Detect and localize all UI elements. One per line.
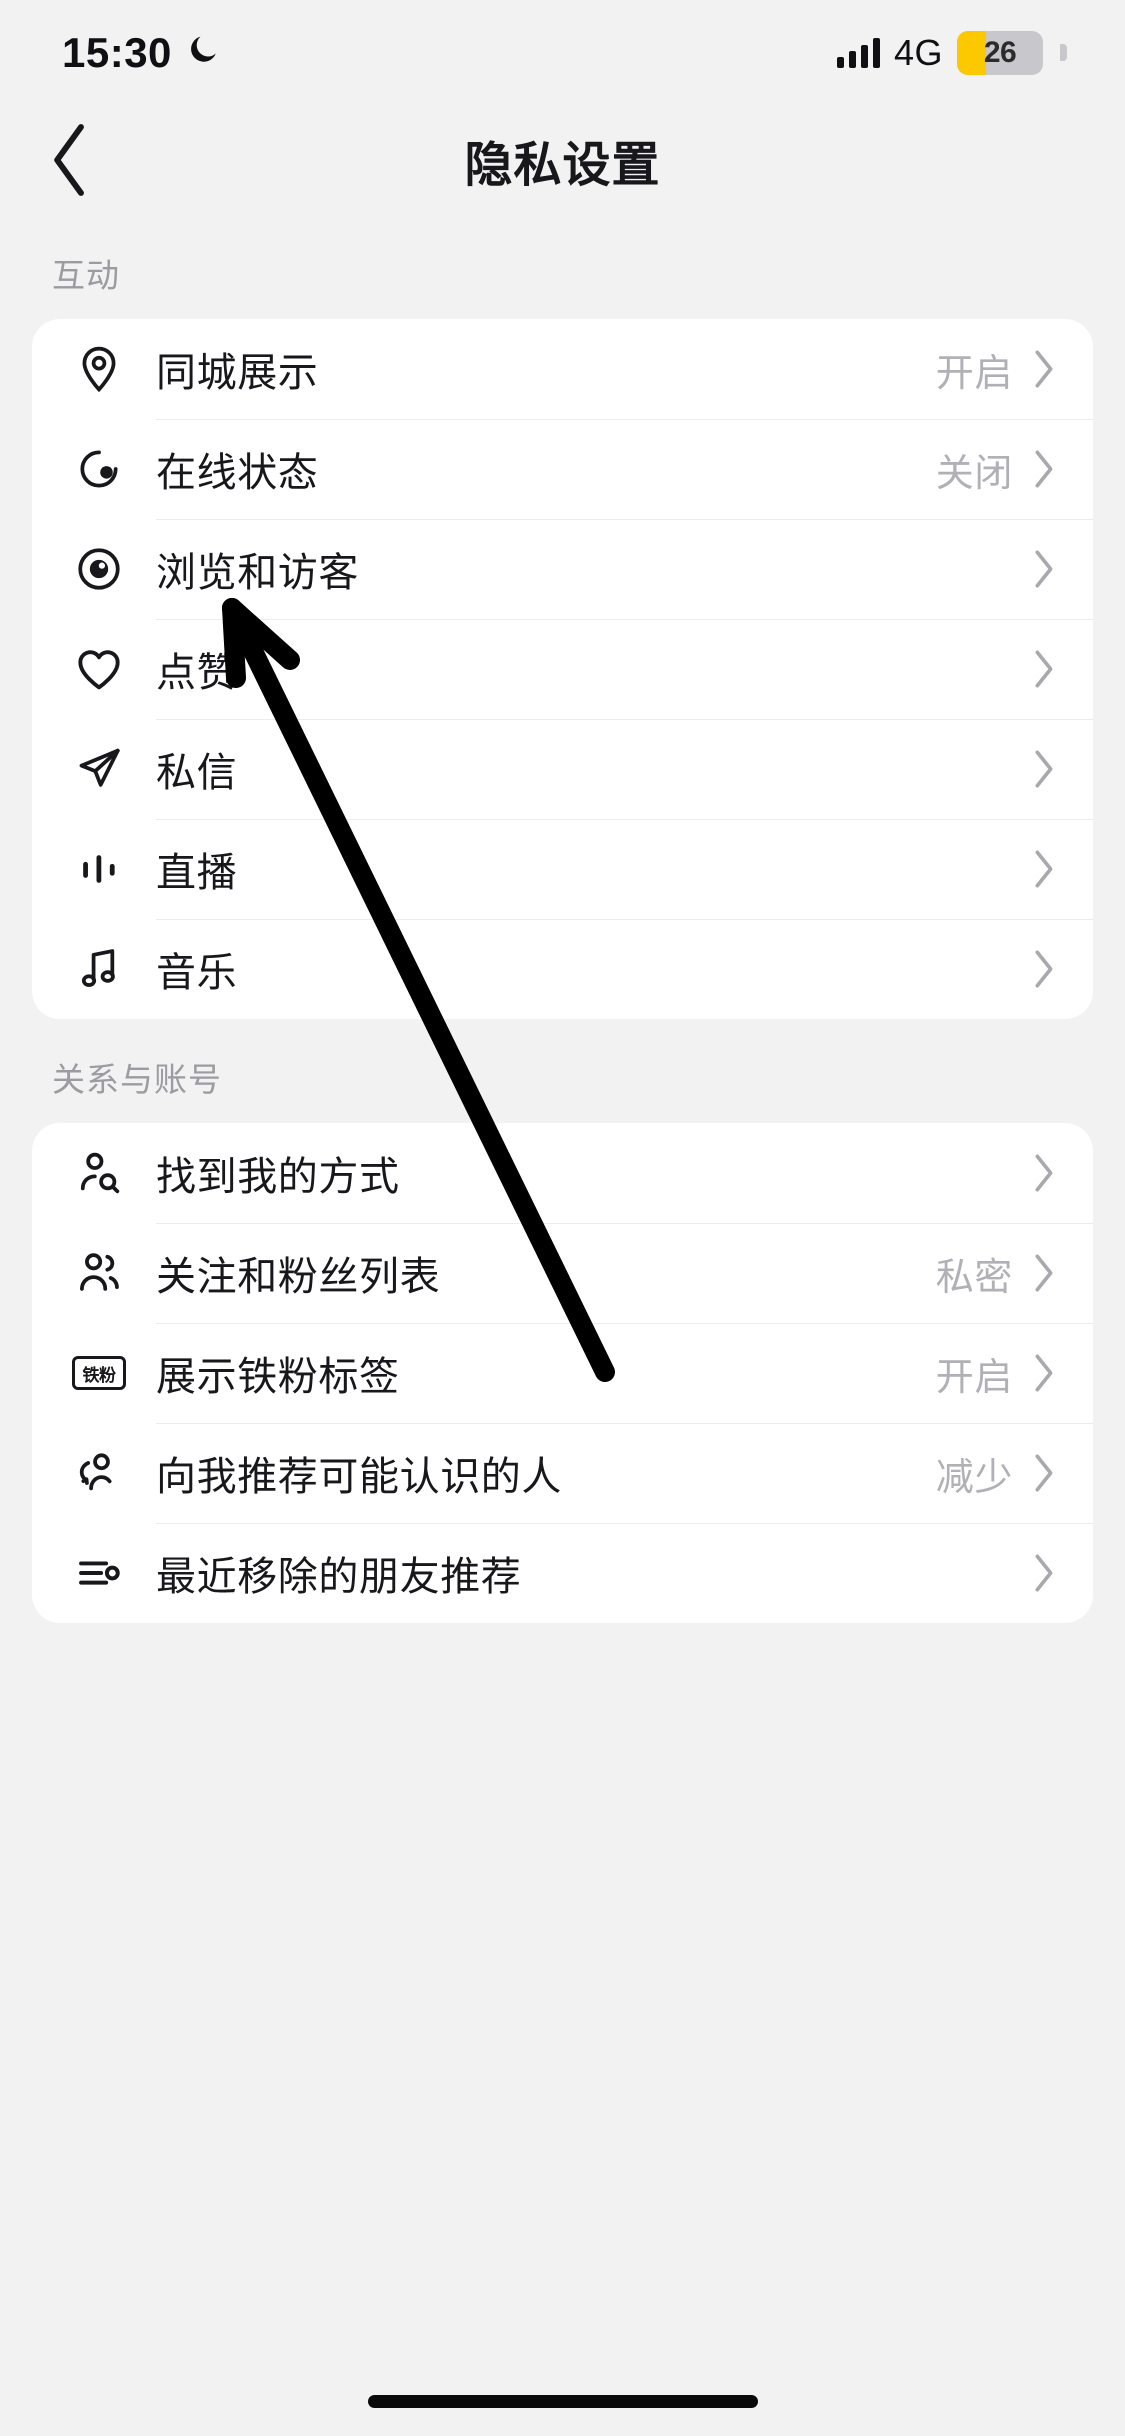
row-label: 在线状态 bbox=[156, 451, 319, 495]
people-group-icon bbox=[70, 1244, 128, 1302]
chevron-right-icon bbox=[1031, 1354, 1057, 1392]
row-recommend-people-you-may-know[interactable]: 向我推荐可能认识的人 减少 bbox=[32, 1423, 1093, 1523]
status-bar-left: 15:30 bbox=[62, 29, 220, 77]
row-ways-to-find-me[interactable]: 找到我的方式 bbox=[32, 1123, 1093, 1223]
person-search-icon bbox=[70, 1144, 128, 1202]
row-show-iron-fan-tag[interactable]: 铁粉 展示铁粉标签 开启 bbox=[32, 1323, 1093, 1423]
row-label: 私信 bbox=[156, 751, 238, 795]
page-title: 隐私设置 bbox=[464, 139, 661, 192]
row-live[interactable]: 直播 bbox=[32, 819, 1093, 919]
person-suggest-icon bbox=[70, 1444, 128, 1502]
chevron-right-icon bbox=[1031, 450, 1057, 488]
chevron-right-icon bbox=[1031, 350, 1057, 388]
row-likes[interactable]: 点赞 bbox=[32, 619, 1093, 719]
heart-icon bbox=[70, 640, 128, 698]
row-label: 关注和粉丝列表 bbox=[156, 1255, 441, 1299]
settings-content: 互动 同城展示 开启 在线状态 关闭 浏览和访客 点赞 私信 直播 音乐 关系与… bbox=[0, 215, 1125, 2436]
row-online-status[interactable]: 在线状态 关闭 bbox=[32, 419, 1093, 519]
online-status-icon bbox=[70, 440, 128, 498]
music-note-icon bbox=[70, 940, 128, 998]
row-label: 找到我的方式 bbox=[156, 1155, 400, 1199]
row-value: 开启 bbox=[935, 1356, 1013, 1399]
row-label: 直播 bbox=[156, 851, 238, 895]
settings-card-relationship-account: 找到我的方式 关注和粉丝列表 私密 铁粉 展示铁粉标签 开启 向我推荐可能认识的… bbox=[32, 1123, 1093, 1623]
status-bar-right: 4G 26 bbox=[836, 30, 1067, 75]
row-label: 向我推荐可能认识的人 bbox=[156, 1455, 562, 1499]
home-indicator bbox=[367, 2395, 758, 2408]
paper-plane-icon bbox=[70, 740, 128, 798]
settings-card-interaction: 同城展示 开启 在线状态 关闭 浏览和访客 点赞 私信 直播 音乐 bbox=[32, 319, 1093, 1019]
chevron-right-icon bbox=[1031, 950, 1057, 988]
chevron-right-icon bbox=[1031, 1454, 1057, 1492]
section-title-interaction: 互动 bbox=[52, 257, 120, 294]
network-type-label: 4G bbox=[893, 31, 943, 73]
battery-percent-label: 26 bbox=[983, 35, 1017, 69]
row-following-and-fans-list[interactable]: 关注和粉丝列表 私密 bbox=[32, 1223, 1093, 1323]
row-same-city-display[interactable]: 同城展示 开启 bbox=[32, 319, 1093, 419]
cellular-signal-icon bbox=[836, 37, 880, 68]
chevron-right-icon bbox=[1031, 1254, 1057, 1292]
chevron-right-icon bbox=[1031, 650, 1057, 688]
row-label: 展示铁粉标签 bbox=[156, 1355, 400, 1399]
section-title-relationship-account: 关系与账号 bbox=[52, 1061, 222, 1098]
row-label: 同城展示 bbox=[156, 351, 319, 395]
row-value: 关闭 bbox=[935, 452, 1013, 495]
live-bars-icon bbox=[70, 840, 128, 898]
crescent-moon-icon bbox=[186, 33, 220, 72]
chevron-right-icon bbox=[1031, 550, 1057, 588]
status-bar: 15:30 4G 26 bbox=[0, 0, 1125, 105]
chevron-right-icon bbox=[1031, 750, 1057, 788]
row-music[interactable]: 音乐 bbox=[32, 919, 1093, 1019]
row-label: 浏览和访客 bbox=[156, 551, 359, 595]
iron-fan-badge-text: 铁粉 bbox=[72, 1356, 126, 1390]
row-label: 最近移除的朋友推荐 bbox=[156, 1555, 522, 1599]
eye-icon bbox=[70, 540, 128, 598]
row-label: 点赞 bbox=[156, 651, 238, 695]
row-value: 私密 bbox=[935, 1256, 1013, 1299]
row-browsing-and-visitors[interactable]: 浏览和访客 bbox=[32, 519, 1093, 619]
phone-screen: 15:30 4G 26 隐私设置 互动 同城展示 开启 在线状态 关闭 浏览和访… bbox=[0, 0, 1125, 2436]
row-direct-message[interactable]: 私信 bbox=[32, 719, 1093, 819]
iron-fan-badge-icon: 铁粉 bbox=[70, 1344, 128, 1402]
location-pin-icon bbox=[70, 340, 128, 398]
chevron-right-icon bbox=[1031, 1154, 1057, 1192]
clock: 15:30 bbox=[62, 28, 172, 76]
list-remove-icon bbox=[70, 1544, 128, 1602]
navigation-bar: 隐私设置 bbox=[0, 105, 1125, 215]
row-label: 音乐 bbox=[156, 951, 238, 995]
battery-indicator: 26 bbox=[957, 30, 1043, 75]
battery-fill bbox=[957, 30, 987, 75]
row-value: 减少 bbox=[935, 1456, 1013, 1499]
chevron-right-icon bbox=[1031, 850, 1057, 888]
row-recently-removed-friend-suggestions[interactable]: 最近移除的朋友推荐 bbox=[32, 1523, 1093, 1623]
chevron-right-icon bbox=[1031, 1554, 1057, 1592]
row-value: 开启 bbox=[935, 352, 1013, 395]
battery-cap bbox=[1060, 44, 1067, 61]
